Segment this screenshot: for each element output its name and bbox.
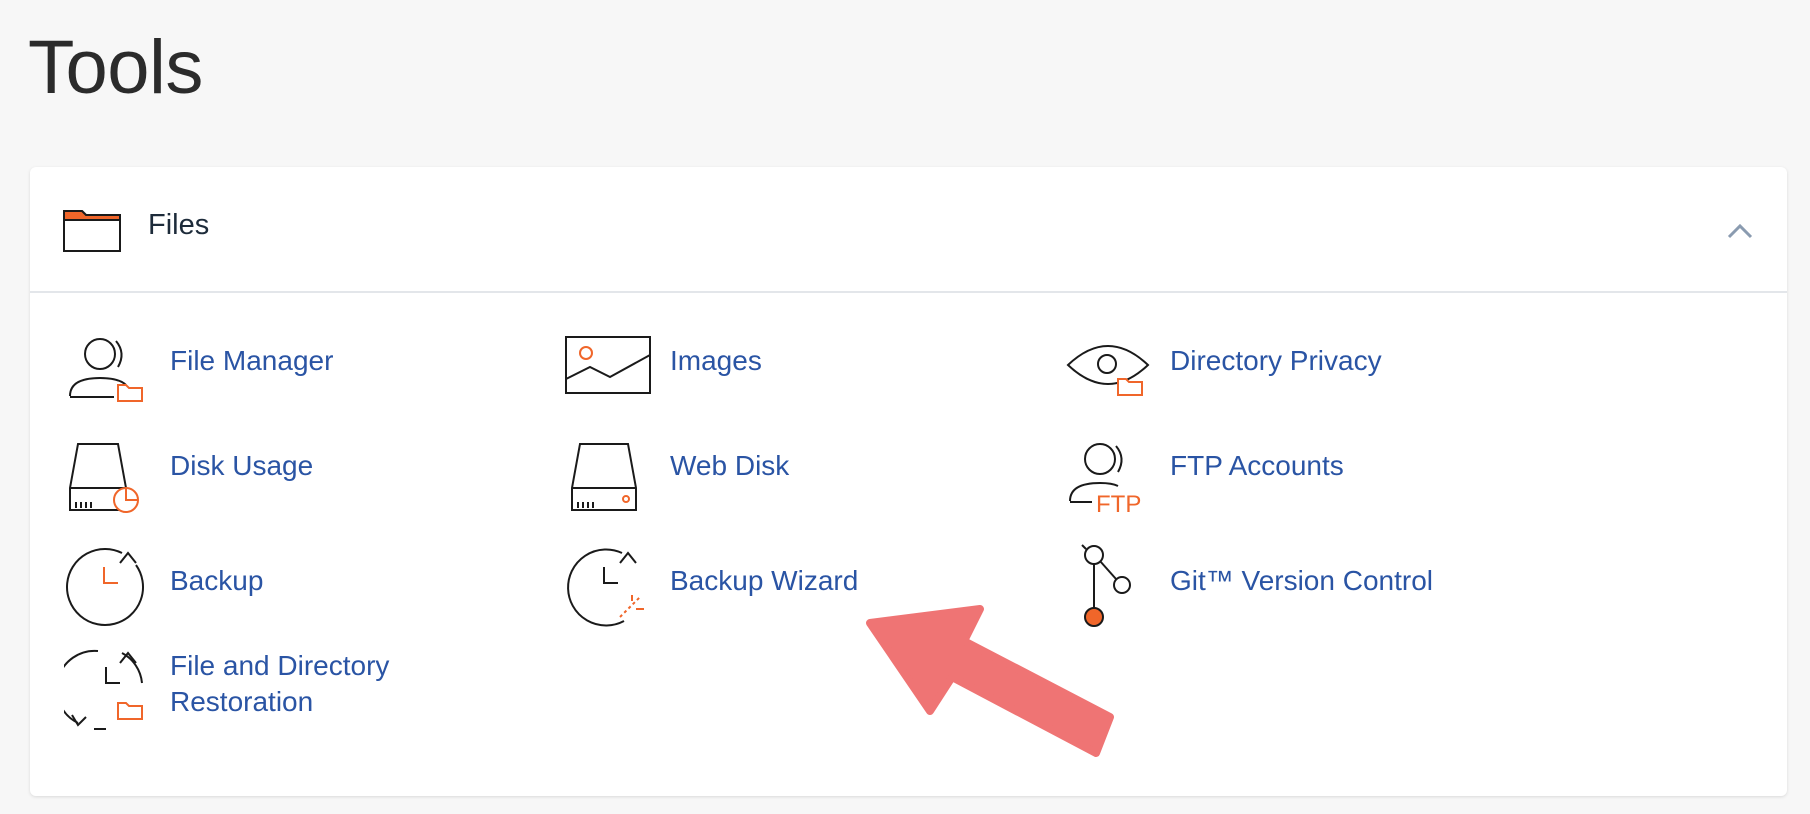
tool-label: File Manager — [170, 345, 334, 376]
annotation-arrow-icon — [860, 605, 1140, 770]
tool-file-manager[interactable]: File Manager — [64, 333, 484, 433]
files-panel-header[interactable]: Files — [30, 167, 1787, 293]
tool-label: Backup — [170, 565, 264, 596]
tool-web-disk[interactable]: Web Disk — [564, 438, 944, 538]
tool-ftp-accounts[interactable]: FTP FTP Accounts — [1064, 438, 1484, 538]
file-manager-icon — [64, 333, 154, 423]
section-title: Files — [148, 209, 210, 241]
tool-label: Backup Wizard — [670, 565, 859, 596]
ftp-accounts-icon: FTP — [1064, 438, 1154, 528]
tool-label: Git™ Version Control — [1170, 565, 1433, 596]
tool-label-line-2: Restoration — [170, 686, 314, 717]
page-title: Tools — [28, 25, 203, 110]
file-restoration-icon — [55, 643, 154, 733]
collapse-chevron-up-icon[interactable] — [1723, 217, 1757, 243]
web-disk-icon — [564, 438, 654, 528]
tool-label: Disk Usage — [170, 450, 314, 481]
backup-icon — [64, 543, 154, 633]
tool-label-line-1: File and Directory — [170, 650, 390, 681]
tool-label: Web Disk — [670, 450, 790, 481]
tool-label: FTP Accounts — [1170, 450, 1344, 481]
svg-text:FTP: FTP — [1096, 491, 1141, 518]
tool-label: Directory Privacy — [1170, 345, 1382, 376]
tool-disk-usage[interactable]: Disk Usage — [64, 438, 484, 538]
backup-wizard-icon — [564, 543, 654, 633]
folder-icon — [62, 207, 122, 258]
tool-images[interactable]: Images — [564, 333, 944, 433]
tool-backup[interactable]: Backup — [64, 543, 484, 643]
tool-label: Images — [670, 345, 762, 376]
tool-file-directory-restoration[interactable]: File and Directory Restoration — [55, 643, 484, 753]
disk-usage-icon — [64, 438, 154, 528]
images-icon — [564, 333, 654, 423]
directory-privacy-icon — [1064, 333, 1154, 423]
tool-directory-privacy[interactable]: Directory Privacy — [1064, 333, 1484, 433]
